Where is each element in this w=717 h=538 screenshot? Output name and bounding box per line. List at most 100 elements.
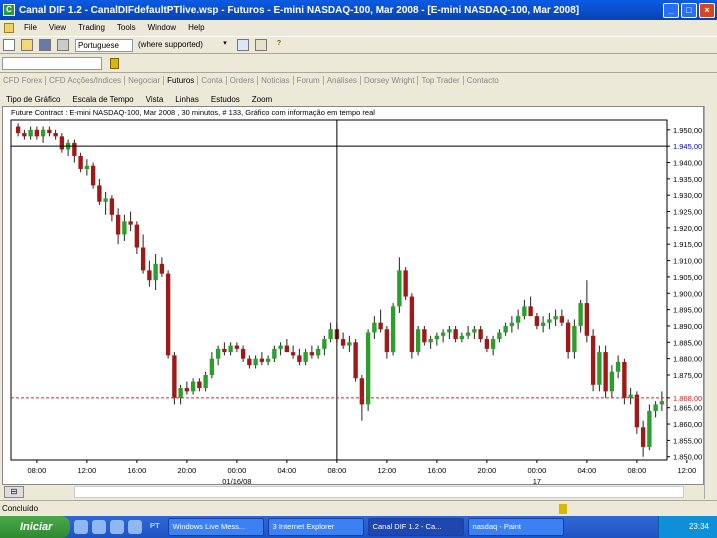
candle-body <box>197 381 202 389</box>
menu-view-chart[interactable]: Vista <box>140 95 170 104</box>
minimize-button[interactable]: _ <box>663 2 679 18</box>
candle-body <box>509 322 515 326</box>
app-icon: C <box>3 4 15 16</box>
menu-lines[interactable]: Linhas <box>169 95 205 104</box>
language-select[interactable]: Portuguese <box>75 38 133 52</box>
y-tick-label: 1.865,00 <box>673 404 702 413</box>
candle-body <box>165 273 171 356</box>
y-tick-label: 1.940,00 <box>673 159 702 168</box>
candle-body <box>403 270 408 297</box>
language-indicator[interactable]: PT <box>146 518 164 536</box>
dropdown-arrow-icon[interactable]: ▾ <box>219 39 231 51</box>
main-toolbar: Portuguese (where supported) ▾ ? <box>0 36 717 54</box>
candle-body <box>559 316 565 323</box>
taskbar-item-paint[interactable]: nasdaq - Paint <box>467 518 564 536</box>
taskbar: Iniciar PT Windows Live Mess... 3 Intern… <box>0 516 717 538</box>
x-tick-label: 20:00 <box>477 466 496 475</box>
menu-tools[interactable]: Tools <box>111 23 142 32</box>
menu-zoom[interactable]: Zoom <box>246 95 278 104</box>
print-icon[interactable] <box>57 39 69 51</box>
save-icon[interactable] <box>39 39 51 51</box>
taskbar-item-explorer[interactable]: 3 Internet Explorer <box>267 518 364 536</box>
candle-body <box>390 306 396 353</box>
candle-body <box>447 329 452 333</box>
taskbar-item-canal-dif[interactable]: Canal DIF 1.2 - Ca... <box>367 518 464 536</box>
new-file-icon[interactable] <box>3 39 15 51</box>
candle-body <box>547 319 552 323</box>
candle-body <box>153 263 158 281</box>
candle-body <box>72 142 77 156</box>
vertical-scrollbar[interactable] <box>704 106 717 499</box>
x-tick-label: 12:00 <box>77 466 96 475</box>
tab-futuros[interactable]: Futuros <box>164 76 199 85</box>
tab-orders[interactable]: Orders <box>227 76 259 85</box>
tab-cfd-accoes[interactable]: CFD Acções/Indices <box>46 76 126 85</box>
chart-panel[interactable]: Future Contract : E-mini NASDAQ-100, Mar… <box>2 106 704 485</box>
account-select[interactable] <box>2 56 102 70</box>
date-label: 17 <box>533 477 541 484</box>
tab-contacto[interactable]: Contacto <box>464 76 502 85</box>
y-tick-label: 1.930,00 <box>673 191 702 200</box>
tab-analises[interactable]: Análises <box>324 76 361 85</box>
maximize-button[interactable]: □ <box>681 2 697 18</box>
candle-body <box>303 352 308 362</box>
home-icon[interactable] <box>255 39 267 51</box>
x-tick-label: 08:00 <box>627 466 646 475</box>
menu-time-scale[interactable]: Escala de Tempo <box>66 95 139 104</box>
tab-negociar[interactable]: Negociar <box>125 76 165 85</box>
tab-dorsey-wright[interactable]: Dorsey Wright <box>361 76 419 85</box>
quicklaunch-icon[interactable] <box>92 520 106 534</box>
scroll-thumb[interactable] <box>74 486 684 498</box>
candle-body <box>409 296 415 353</box>
menu-studies[interactable]: Estudos <box>205 95 246 104</box>
candle-body <box>365 332 371 405</box>
horizontal-scrollbar[interactable]: ⊟ <box>2 485 704 499</box>
candle-body <box>147 270 152 281</box>
tab-conta[interactable]: Conta <box>198 76 227 85</box>
quicklaunch-icon[interactable] <box>128 520 142 534</box>
candle-body <box>22 133 27 137</box>
open-folder-icon[interactable] <box>21 39 33 51</box>
candle-body <box>528 306 533 317</box>
menu-chart-type[interactable]: Tipo de Gráfico <box>0 95 66 104</box>
support-option-select[interactable]: (where supported) <box>136 39 216 52</box>
candle-body <box>128 221 133 225</box>
menu-help[interactable]: Help <box>182 23 210 32</box>
candle-body <box>84 165 90 170</box>
candle-body <box>515 316 521 323</box>
tab-cfd-forex[interactable]: CFD Forex <box>0 76 47 85</box>
app-menu-icon[interactable] <box>4 22 14 33</box>
menu-file[interactable]: File <box>18 23 43 32</box>
candlestick-chart[interactable]: 1.950,00 1.945,00 1.940,00 1.935,00 1.930,00… <box>3 107 703 484</box>
x-tick-label: 00:00 <box>527 466 546 475</box>
refresh-icon[interactable] <box>237 39 249 51</box>
scroll-left-button[interactable]: ⊟ <box>4 486 24 498</box>
chart-menu: Tipo de Gráfico Escala de Tempo Vista Li… <box>0 93 717 106</box>
candle-body <box>397 270 402 307</box>
help-icon[interactable]: ? <box>273 39 285 51</box>
candle-body <box>540 322 546 326</box>
candle-body <box>315 348 321 356</box>
candle-body <box>340 339 346 346</box>
tab-noticias[interactable]: Noticias <box>258 76 294 85</box>
candle-body <box>203 375 208 389</box>
quicklaunch-icon[interactable] <box>110 520 124 534</box>
close-button[interactable]: × <box>699 2 715 18</box>
quicklaunch-icon[interactable] <box>74 520 88 534</box>
title-bar[interactable]: C Canal DIF 1.2 - CanalDIFdefaultPTlive.… <box>0 0 717 20</box>
candle-body <box>615 361 621 372</box>
taskbar-item-messenger[interactable]: Windows Live Mess... <box>167 518 264 536</box>
tab-forum[interactable]: Forum <box>294 76 324 85</box>
candle-body <box>578 303 583 326</box>
start-button[interactable]: Iniciar <box>0 516 70 538</box>
candle-body <box>378 322 383 330</box>
menu-view[interactable]: View <box>43 23 72 32</box>
candle-body <box>278 345 283 349</box>
candle-body <box>640 427 646 447</box>
tab-top-trader[interactable]: Top Trader <box>418 76 464 85</box>
menu-window[interactable]: Window <box>142 23 182 32</box>
candle-body <box>522 306 527 317</box>
y-tick-label: 1.885,00 <box>673 338 702 347</box>
candle-body <box>122 221 127 235</box>
menu-trading[interactable]: Trading <box>72 23 111 32</box>
